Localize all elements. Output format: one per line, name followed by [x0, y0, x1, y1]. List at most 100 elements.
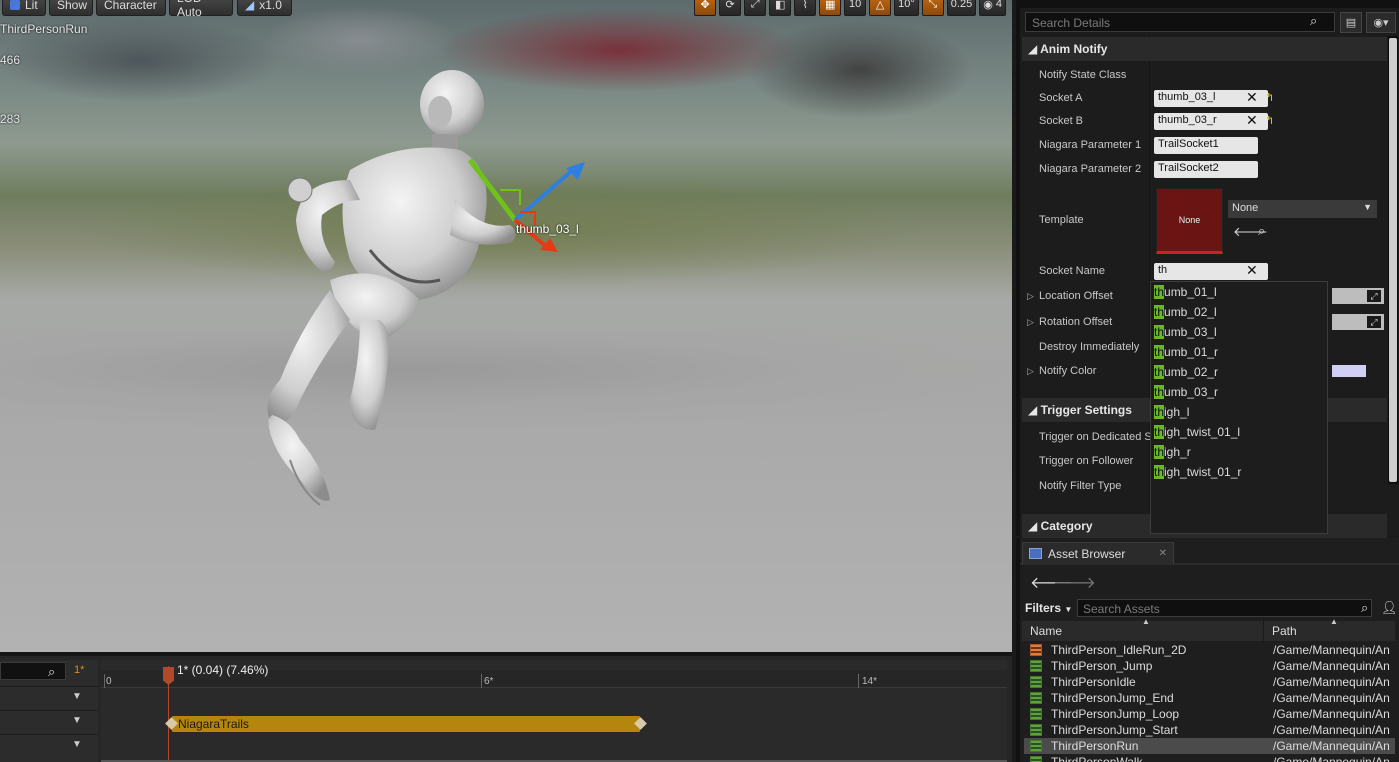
notify-color-swatch[interactable]	[1332, 365, 1366, 377]
details-search-input[interactable]: Search Details	[1025, 12, 1335, 32]
filters-button[interactable]: Filters ▼	[1025, 601, 1072, 615]
animation-sequence-icon	[1030, 724, 1042, 736]
reset-to-default-icon[interactable]: ↰	[1265, 114, 1274, 127]
scale-mode-icon[interactable]: ⤢	[744, 0, 767, 16]
frame-indicator: 1*	[74, 664, 85, 676]
asset-path: /Game/Mannequin/An	[1273, 723, 1390, 737]
tab-asset-browser[interactable]: Asset Browser ✕	[1022, 542, 1174, 564]
expand-arrow-icon[interactable]: ▷	[1027, 317, 1034, 328]
asset-row[interactable]: ThirdPersonRun/Game/Mannequin/An	[1024, 738, 1395, 754]
scale-snap-icon[interactable]: ⤡	[921, 0, 944, 16]
asset-name: ThirdPersonRun	[1051, 739, 1139, 753]
scale-snap-value[interactable]: 0.25	[946, 0, 977, 16]
dropdown-option[interactable]: thumb_02_l	[1154, 303, 1217, 321]
prop-label: Location Offset	[1039, 290, 1113, 302]
dropdown-option[interactable]: thigh_r	[1154, 443, 1191, 461]
prop-label: Niagara Parameter 1	[1039, 139, 1142, 151]
browse-search-icon[interactable]: ⌕	[1258, 223, 1265, 239]
prop-label: Socket B	[1039, 115, 1084, 127]
dropdown-option[interactable]: thumb_01_r	[1154, 343, 1218, 361]
details-tab-strip	[1020, 0, 1399, 8]
chevron-down-icon[interactable]: ▼	[72, 739, 84, 750]
rotation-snap-value[interactable]: 10°	[894, 0, 919, 16]
dropdown-option[interactable]: thigh_l	[1154, 403, 1189, 421]
dropdown-option[interactable]: thigh_twist_01_l	[1154, 423, 1240, 441]
track-row[interactable]: ▼	[0, 686, 98, 709]
asset-row[interactable]: ThirdPerson_IdleRun_2D/Game/Mannequin/An	[1024, 642, 1395, 658]
dropdown-option[interactable]: thumb_03_l	[1154, 323, 1217, 341]
details-scrollbar-thumb[interactable]	[1389, 38, 1397, 482]
sort-icon: ▲	[1330, 617, 1338, 626]
niagara-param2-field[interactable]: TrailSocket2	[1154, 161, 1258, 178]
asset-list-header: Name ▲ Path ▲	[1022, 617, 1395, 641]
asset-row[interactable]: ThirdPersonWalk/Game/Mannequin/An	[1024, 754, 1395, 762]
template-thumbnail[interactable]: None	[1156, 188, 1223, 254]
search-icon: ⌕	[48, 664, 56, 679]
mannequin-character[interactable]	[0, 0, 1012, 652]
collapse-icon: ◢	[1028, 519, 1041, 533]
user-icon[interactable]: 👤︎	[1381, 600, 1398, 616]
prop-label: Destroy Immediately	[1039, 341, 1140, 353]
chevron-down-icon: ▼	[1363, 202, 1372, 212]
track-row[interactable]: ▼	[0, 734, 98, 757]
dropdown-option[interactable]: thumb_01_l	[1154, 283, 1217, 301]
world-local-icon[interactable]: ◧	[769, 0, 792, 16]
chevron-down-icon[interactable]: ▼	[72, 715, 84, 726]
prop-label: Notify Filter Type	[1039, 480, 1122, 492]
character-button[interactable]: Character	[96, 0, 166, 16]
camera-speed-button[interactable]: ◉ 4	[979, 0, 1006, 16]
animation-sequence-icon	[1030, 660, 1042, 672]
asset-row[interactable]: ThirdPersonIdle/Game/Mannequin/An	[1024, 674, 1395, 690]
lit-button[interactable]: Lit	[2, 0, 46, 16]
template-asset-combo[interactable]: None ▼	[1228, 200, 1377, 218]
expand-arrow-icon[interactable]: ▷	[1027, 366, 1034, 377]
prop-label: Niagara Parameter 2	[1039, 163, 1142, 175]
eye-icon[interactable]: ◉▾	[1366, 12, 1396, 33]
grid-snap-value[interactable]: 10	[844, 0, 867, 16]
clear-icon[interactable]: ✕	[1246, 262, 1258, 279]
expand-rotator-icon[interactable]: ⤢	[1367, 316, 1381, 328]
column-name-header[interactable]: Name	[1030, 624, 1062, 638]
view-options-grid-icon[interactable]: ▤	[1340, 12, 1362, 33]
dropdown-option[interactable]: thumb_02_r	[1154, 363, 1218, 381]
expand-vector-icon[interactable]: ⤢	[1367, 290, 1381, 302]
dropdown-option[interactable]: thigh_twist_01_r	[1154, 463, 1241, 481]
asset-search-input[interactable]: Search Assets	[1077, 599, 1372, 617]
asset-path: /Game/Mannequin/An	[1273, 643, 1390, 657]
surface-snap-icon[interactable]: ⌇	[794, 0, 817, 16]
asset-row[interactable]: ThirdPersonJump_End/Game/Mannequin/An	[1024, 690, 1395, 706]
sort-icon: ▲	[1142, 617, 1150, 626]
show-button[interactable]: Show	[49, 0, 93, 16]
clear-icon[interactable]: ✕	[1246, 89, 1258, 106]
expand-arrow-icon[interactable]: ▷	[1027, 291, 1034, 302]
asset-name: ThirdPerson_Jump	[1051, 659, 1153, 673]
asset-name: ThirdPersonWalk	[1051, 755, 1143, 762]
section-title: Anim Notify	[1040, 42, 1108, 56]
playback-speed-button[interactable]: ◢ x1.0	[237, 0, 292, 16]
notify-state-bar[interactable]: NiagaraTrails	[172, 716, 640, 732]
forward-arrow-icon[interactable]: 🡒	[1053, 572, 1096, 593]
rotation-snap-icon[interactable]: △	[869, 0, 892, 16]
section-anim-notify[interactable]: ◢ Anim Notify	[1022, 37, 1387, 61]
filters-label: Filters	[1025, 601, 1062, 615]
niagara-param1-field[interactable]: TrailSocket1	[1154, 137, 1258, 154]
column-path-header[interactable]: Path	[1272, 624, 1297, 638]
tick-label: 6*	[484, 676, 494, 687]
dropdown-option[interactable]: thumb_03_r	[1154, 383, 1218, 401]
reset-to-default-icon[interactable]: ↰	[1265, 91, 1274, 104]
asset-row[interactable]: ThirdPerson_Jump/Game/Mannequin/An	[1024, 658, 1395, 674]
clear-icon[interactable]: ✕	[1246, 112, 1258, 129]
translate-mode-icon[interactable]: ✥	[694, 0, 717, 16]
animation-sequence-icon	[1030, 692, 1042, 704]
asset-row[interactable]: ThirdPersonJump_Start/Game/Mannequin/An	[1024, 722, 1395, 738]
close-icon[interactable]: ✕	[1159, 548, 1167, 559]
grid-snap-icon[interactable]: ▦	[819, 0, 842, 16]
track-search-input[interactable]	[0, 662, 66, 680]
chevron-down-icon: ▼	[1064, 605, 1073, 614]
rotate-mode-icon[interactable]: ⟳	[719, 0, 742, 16]
viewport[interactable]: thumb_03_l Lit Show Character LOD Auto ◢…	[0, 0, 1012, 652]
lod-button[interactable]: LOD Auto	[169, 0, 233, 19]
chevron-down-icon[interactable]: ▼	[72, 691, 84, 702]
asset-row[interactable]: ThirdPersonJump_Loop/Game/Mannequin/An	[1024, 706, 1395, 722]
track-row[interactable]: ▼	[0, 710, 98, 733]
